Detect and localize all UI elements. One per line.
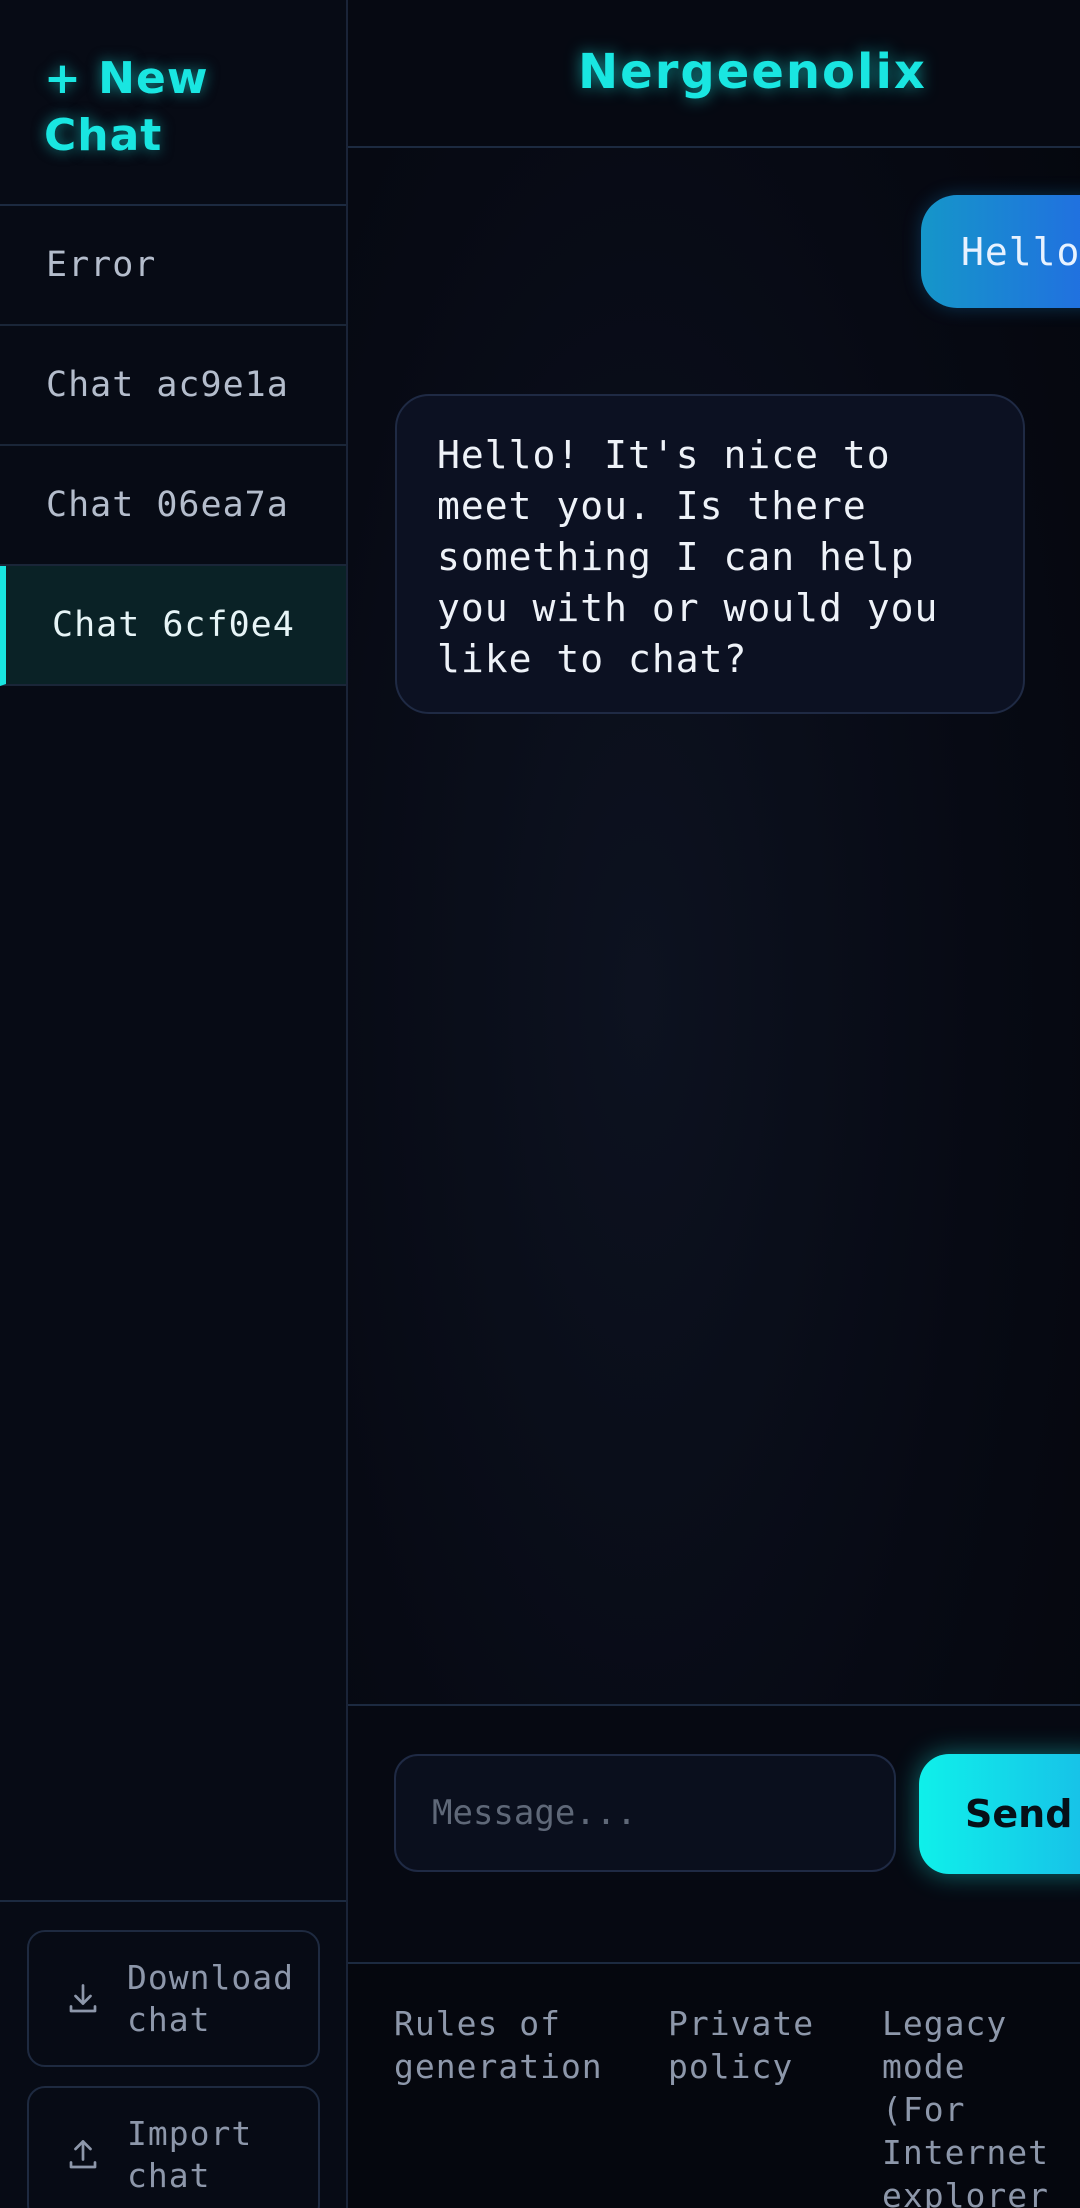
- download-icon: [69, 1983, 97, 2012]
- chat-item-6cf0e4[interactable]: Chat 6cf0e4: [0, 566, 346, 686]
- sidebar-divider-bottom: [0, 1900, 346, 1902]
- import-chat-label: Import chat: [127, 2113, 253, 2195]
- chat-main: Nergeenolix Hello Hello! It's nice to me…: [348, 0, 1080, 2208]
- chat-item-error[interactable]: Error: [0, 206, 346, 326]
- import-chat-button[interactable]: Import chat: [27, 2086, 320, 2208]
- send-button[interactable]: Send: [919, 1754, 1080, 1874]
- new-chat-button[interactable]: + New Chat: [44, 50, 304, 164]
- private-policy-link[interactable]: Private policy: [668, 2002, 848, 2088]
- header: Nergeenolix: [348, 0, 1080, 148]
- assistant-message: Hello! It's nice to meet you. Is there s…: [395, 394, 1025, 714]
- user-message: Hello: [921, 195, 1080, 308]
- chat-item-ac9e1a[interactable]: Chat ac9e1a: [0, 326, 346, 446]
- app-title: Nergeenolix: [578, 44, 927, 100]
- sidebar: + New Chat Error Chat ac9e1a Chat 06ea7a…: [0, 0, 348, 2208]
- footer: Rules of generation Private policy Legac…: [348, 1962, 1080, 2208]
- upload-icon: [69, 2139, 97, 2168]
- composer: Send: [348, 1704, 1080, 1962]
- chat-item-06ea7a[interactable]: Chat 06ea7a: [0, 446, 346, 566]
- rules-of-generation-link[interactable]: Rules of generation: [394, 2002, 614, 2088]
- download-chat-label: Download chat: [127, 1957, 294, 2039]
- legacy-mode-link[interactable]: Legacy mode (For Internet explorer users…: [882, 2002, 1080, 2208]
- download-chat-button[interactable]: Download chat: [27, 1930, 320, 2067]
- message-input[interactable]: [394, 1754, 896, 1872]
- chat-list: Error Chat ac9e1a Chat 06ea7a Chat 6cf0e…: [0, 206, 346, 686]
